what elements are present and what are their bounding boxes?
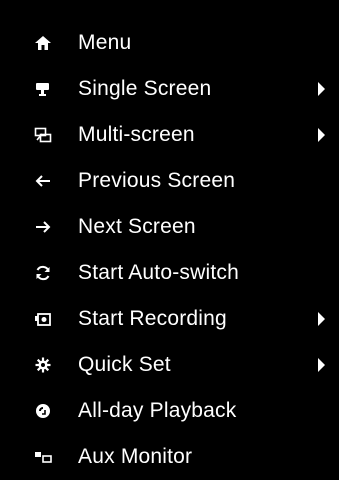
submenu-arrow-icon [318,82,325,96]
menu-item-menu[interactable]: Menu [0,20,339,66]
submenu-arrow-icon [318,358,325,372]
arrow-left-icon [34,172,52,190]
menu-item-label: Aux Monitor [78,445,193,468]
menu-item-label: All-day Playback [78,399,237,422]
menu-item-next-screen[interactable]: Next Screen [0,204,339,250]
context-menu: Menu Single Screen Multi-screen Previous… [0,0,339,477]
home-icon [34,34,52,52]
menu-item-start-recording[interactable]: Start Recording [0,296,339,342]
arrow-right-icon [34,218,52,236]
multi-screen-icon [34,126,52,144]
submenu-arrow-icon [318,312,325,326]
menu-item-quick-set[interactable]: Quick Set [0,342,339,388]
menu-item-label: Multi-screen [78,123,195,146]
single-screen-icon [34,80,52,98]
auto-switch-icon [34,264,52,282]
gear-icon [34,356,52,374]
menu-item-all-day-playback[interactable]: All-day Playback [0,388,339,434]
menu-item-multi-screen[interactable]: Multi-screen [0,112,339,158]
aux-monitor-icon [34,448,52,466]
menu-item-label: Start Auto-switch [78,261,239,284]
menu-item-aux-monitor[interactable]: Aux Monitor [0,434,339,480]
menu-item-label: Start Recording [78,307,227,330]
menu-item-previous-screen[interactable]: Previous Screen [0,158,339,204]
submenu-arrow-icon [318,128,325,142]
menu-item-label: Single Screen [78,77,212,100]
playback-icon [34,402,52,420]
menu-item-label: Next Screen [78,215,196,238]
recording-icon [34,310,52,328]
menu-item-label: Previous Screen [78,169,236,192]
menu-item-label: Quick Set [78,353,171,376]
menu-item-label: Menu [78,31,132,54]
menu-item-single-screen[interactable]: Single Screen [0,66,339,112]
menu-item-start-auto-switch[interactable]: Start Auto-switch [0,250,339,296]
